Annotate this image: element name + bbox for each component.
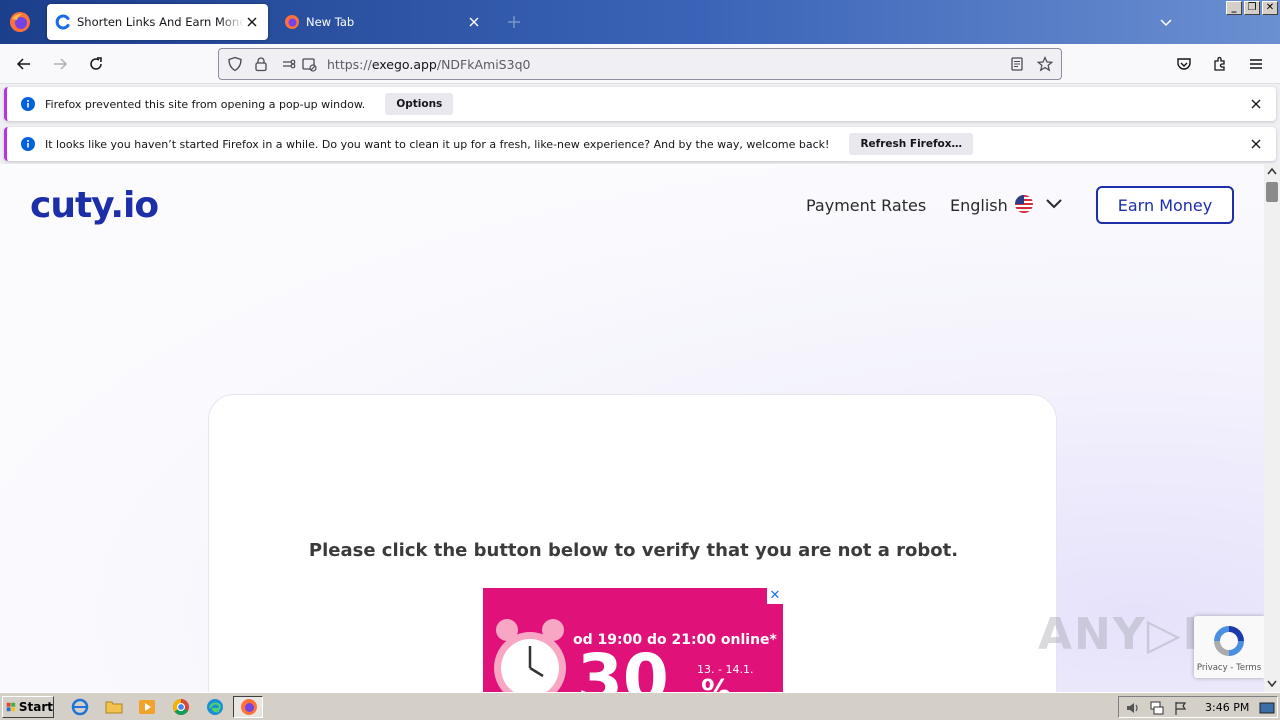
start-label: Start — [18, 700, 53, 714]
recaptcha-badge[interactable]: Privacy - Terms — [1194, 616, 1264, 678]
us-flag-icon[interactable] — [1015, 195, 1033, 213]
ad-discount-number: 30 — [577, 640, 669, 693]
cuty-logo[interactable]: cuty.io — [30, 186, 159, 226]
cuty-favicon-icon — [55, 14, 70, 30]
verify-instruction: Please click the button below to verify … — [308, 540, 959, 561]
internet-explorer-icon[interactable] — [71, 698, 89, 716]
notification-close-icon[interactable] — [1250, 98, 1262, 110]
navigation-toolbar: https://exego.app/NDFkAmiS3q0 — [0, 44, 1280, 84]
back-arrow-icon[interactable] — [15, 55, 33, 73]
taskbar-firefox-button[interactable] — [233, 696, 263, 718]
firefox-favicon-icon — [285, 15, 299, 29]
blocked-popup-icon[interactable] — [301, 56, 317, 72]
tab-cuty[interactable]: Shorten Links And Earn Money | cuty.io — [47, 4, 268, 40]
tab-title: Shorten Links And Earn Money | cuty.io — [77, 15, 244, 29]
verification-card: Please click the button below to verify … — [208, 394, 1057, 692]
payment-rates-link[interactable]: Payment Rates — [806, 196, 926, 215]
hamburger-menu-icon[interactable] — [1247, 55, 1265, 73]
bookmark-star-icon[interactable] — [1037, 56, 1053, 72]
permissions-icon[interactable] — [281, 56, 297, 72]
windows-logo-icon — [6, 702, 16, 712]
notification-message: Firefox prevented this site from opening… — [45, 97, 366, 111]
tab-new-tab[interactable]: New Tab — [276, 4, 490, 40]
start-button[interactable]: Start — [2, 696, 54, 718]
url-bar[interactable]: https://exego.app/NDFkAmiS3q0 — [218, 48, 1062, 80]
window-controls: _ ❐ ✕ — [1226, 1, 1278, 15]
info-icon — [21, 137, 35, 151]
forward-arrow-icon[interactable] — [51, 55, 69, 73]
refresh-firefox-button[interactable]: Refresh Firefox… — [849, 133, 974, 155]
notification-message: It looks like you haven’t started Firefo… — [45, 137, 830, 151]
tab-strip: Shorten Links And Earn Money | cuty.io N… — [0, 0, 1280, 44]
scrollbar-thumb[interactable] — [1266, 182, 1278, 202]
show-desktop-icon[interactable] — [1259, 700, 1275, 716]
restore-button[interactable]: ❐ — [1244, 1, 1260, 15]
pocket-icon[interactable] — [1175, 55, 1193, 73]
list-all-tabs-chevron-icon[interactable] — [1158, 14, 1174, 30]
tab-title: New Tab — [306, 15, 355, 29]
file-explorer-icon[interactable] — [105, 698, 123, 716]
url-path: /NDFkAmiS3q0 — [436, 57, 531, 72]
advertisement-banner[interactable]: ✕ od 19:00 do 21:00 online* 30 13. - 14.… — [483, 588, 783, 692]
url-scheme: https:// — [327, 57, 372, 72]
minimize-button[interactable]: _ — [1226, 1, 1242, 15]
alarm-clock-icon — [494, 619, 566, 692]
firefox-icon[interactable] — [8, 10, 32, 34]
extensions-icon[interactable] — [1211, 55, 1229, 73]
lock-icon[interactable] — [253, 56, 269, 72]
web-page: cuty.io Payment Rates English Earn Money… — [0, 164, 1264, 692]
edge-icon[interactable] — [206, 698, 224, 716]
scroll-up-arrow-icon[interactable] — [1267, 167, 1277, 175]
language-selector[interactable]: English — [950, 196, 1008, 215]
scroll-down-arrow-icon[interactable] — [1267, 680, 1277, 688]
url-text[interactable]: https://exego.app/NDFkAmiS3q0 — [327, 57, 530, 72]
refresh-firefox-notification: It looks like you haven’t started Firefo… — [4, 127, 1276, 161]
tab-close-icon[interactable] — [466, 14, 482, 30]
ad-percent-sign: % — [701, 674, 732, 692]
media-player-icon[interactable] — [138, 698, 156, 716]
system-tray: 3:46 PM — [1118, 696, 1278, 718]
firefox-icon — [241, 699, 257, 715]
network-icon[interactable] — [1149, 700, 1165, 716]
recaptcha-icon — [1214, 626, 1244, 656]
options-button[interactable]: Options — [385, 93, 454, 115]
page-scrollbar[interactable] — [1264, 164, 1280, 692]
reload-icon[interactable] — [87, 55, 105, 73]
popup-blocked-notification: Firefox prevented this site from opening… — [4, 87, 1276, 121]
chrome-icon[interactable] — [172, 698, 190, 716]
recaptcha-links[interactable]: Privacy - Terms — [1194, 663, 1264, 673]
close-window-button[interactable]: ✕ — [1262, 1, 1278, 15]
tracking-shield-icon[interactable] — [227, 56, 243, 72]
url-host: exego.app — [371, 57, 437, 72]
system-clock[interactable]: 3:46 PM — [1205, 701, 1249, 714]
new-tab-plus-icon[interactable] — [506, 14, 522, 30]
tab-close-icon[interactable] — [244, 14, 260, 30]
info-icon — [21, 97, 35, 111]
ad-close-icon[interactable]: ✕ — [767, 588, 783, 604]
reader-view-icon[interactable] — [1009, 56, 1025, 72]
earn-money-button[interactable]: Earn Money — [1096, 186, 1234, 224]
volume-icon[interactable] — [1125, 700, 1141, 716]
notification-close-icon[interactable] — [1250, 138, 1262, 150]
action-center-flag-icon[interactable] — [1173, 700, 1189, 716]
windows-taskbar: Start 3:46 PM — [0, 692, 1280, 720]
chevron-down-icon[interactable] — [1045, 196, 1063, 212]
